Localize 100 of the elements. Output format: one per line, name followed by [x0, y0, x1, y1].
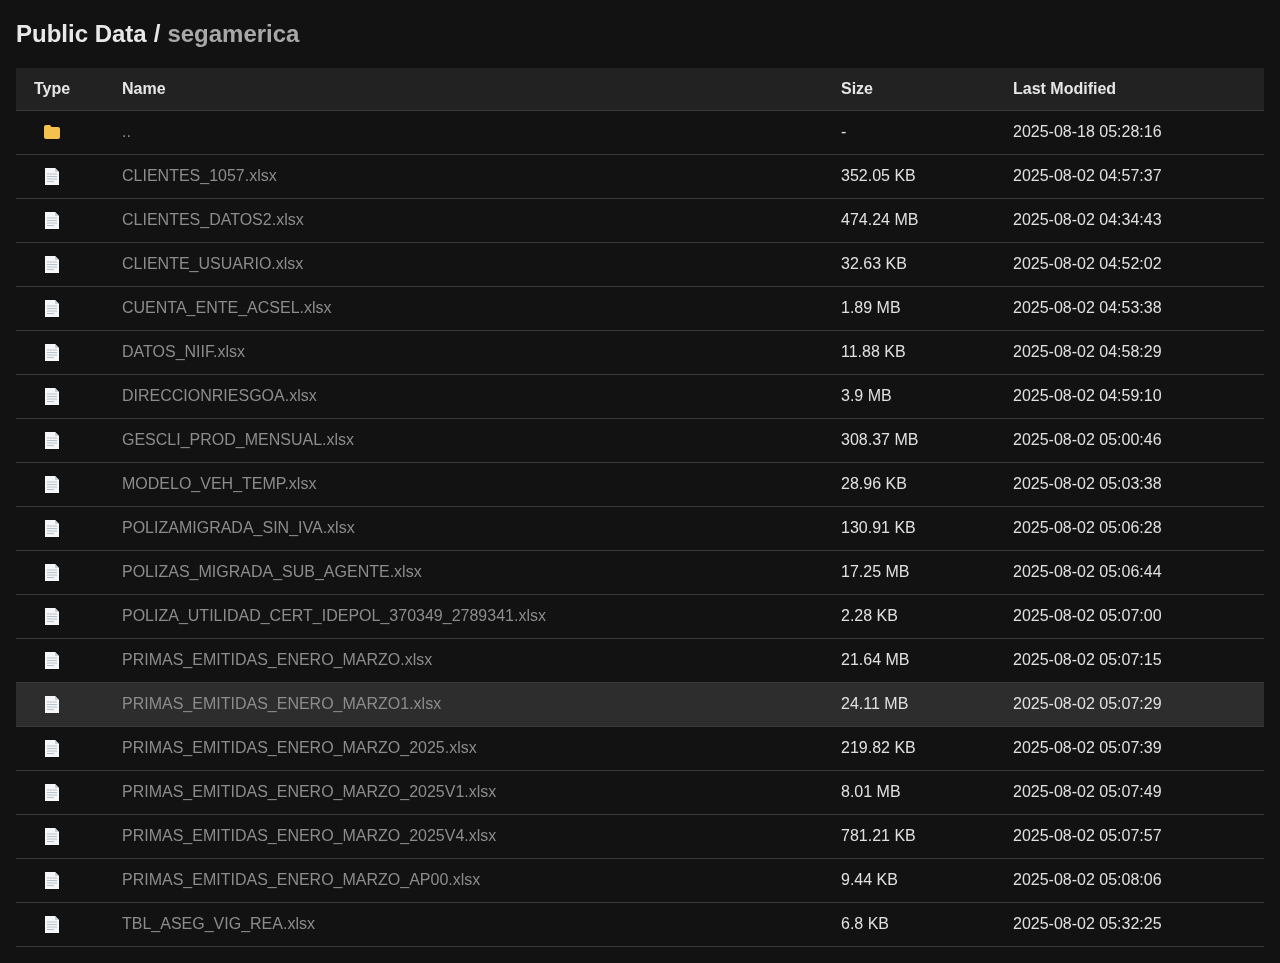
document-icon: [45, 871, 59, 889]
modified-date: 2025-08-02 05:32:25: [1013, 915, 1162, 932]
file-link[interactable]: PRIMAS_EMITIDAS_ENERO_MARZO1.xlsx: [122, 695, 442, 712]
modified-date: 2025-08-18 05:28:16: [1013, 123, 1162, 140]
file-size: 781.21 KB: [841, 827, 916, 844]
file-link[interactable]: CLIENTE_USUARIO.xlsx: [122, 255, 304, 272]
document-icon: [45, 475, 59, 493]
file-row[interactable]: MODELO_VEH_TEMP.xlsx 28.96 KB 2025-08-02 05:03:38: [16, 462, 1264, 506]
file-size: 17.25 MB: [841, 563, 910, 580]
file-row[interactable]: POLIZA_UTILIDAD_CERT_IDEPOL_370349_2789341.xlsx 2.28 KB 2025-08-02 05:07:00: [16, 594, 1264, 638]
modified-date: 2025-08-02 05:07:00: [1013, 607, 1162, 624]
file-size: 3.9 MB: [841, 387, 892, 404]
file-link[interactable]: CLIENTES_DATOS2.xlsx: [122, 211, 304, 228]
file-link[interactable]: POLIZAS_MIGRADA_SUB_AGENTE.xlsx: [122, 563, 422, 580]
file-row[interactable]: PRIMAS_EMITIDAS_ENERO_MARZO_AP00.xlsx 9.44 KB 2025-08-02 05:08:06: [16, 858, 1264, 902]
file-row[interactable]: DIRECCIONRIESGOA.xlsx 3.9 MB 2025-08-02 04:59:10: [16, 374, 1264, 418]
file-link[interactable]: GESCLI_PROD_MENSUAL.xlsx: [122, 431, 355, 448]
file-size: 24.11 MB: [841, 695, 909, 712]
folder-icon: [44, 125, 60, 139]
column-header: Type: [34, 79, 71, 97]
column-header: Name: [122, 79, 166, 97]
modified-date: 2025-08-02 05:08:06: [1013, 871, 1162, 888]
file-size: 352.05 KB: [841, 167, 916, 184]
file-link[interactable]: PRIMAS_EMITIDAS_ENERO_MARZO_2025V1.xlsx: [122, 783, 497, 800]
column-header: Last Modified: [1013, 79, 1117, 97]
file-size: -: [841, 123, 847, 140]
file-row[interactable]: TBL_ASEG_VIG_REA.xlsx 6.8 KB 2025-08-02 05:32:25: [16, 902, 1264, 946]
file-link[interactable]: PRIMAS_EMITIDAS_ENERO_MARZO_AP00.xlsx: [122, 871, 481, 888]
document-icon: [45, 563, 59, 581]
modified-date: 2025-08-02 04:53:38: [1013, 299, 1162, 316]
modified-date: 2025-08-02 05:07:39: [1013, 739, 1162, 756]
file-size: 308.37 MB: [841, 431, 919, 448]
document-icon: [45, 607, 59, 625]
modified-date: 2025-08-02 04:58:29: [1013, 343, 1162, 360]
document-icon: [45, 915, 59, 933]
file-size: 219.82 KB: [841, 739, 916, 756]
document-icon: [45, 519, 59, 537]
file-row[interactable]: CLIENTE_USUARIO.xlsx 32.63 KB 2025-08-02 04:52:02: [16, 242, 1264, 286]
modified-date: 2025-08-02 05:07:57: [1013, 827, 1162, 844]
file-link[interactable]: TBL_ASEG_VIG_REA.xlsx: [122, 915, 315, 932]
file-row[interactable]: POLIZAMIGRADA_SIN_IVA.xlsx 130.91 KB 2025-08-02 05:06:28: [16, 506, 1264, 550]
document-icon: [45, 695, 59, 713]
file-size: 11.88 KB: [841, 343, 906, 360]
modified-date: 2025-08-02 04:59:10: [1013, 387, 1162, 404]
document-icon: [45, 167, 59, 185]
file-row[interactable]: POLIZAS_MIGRADA_SUB_AGENTE.xlsx 17.25 MB 2025-08-02 05:06:44: [16, 550, 1264, 594]
file-row[interactable]: CLIENTES_1057.xlsx 352.05 KB 2025-08-02 04:57:37: [16, 154, 1264, 198]
file-link[interactable]: ..: [122, 123, 131, 140]
breadcrumb-separator: /: [153, 19, 161, 49]
file-size: 130.91 KB: [841, 519, 916, 536]
file-row[interactable]: PRIMAS_EMITIDAS_ENERO_MARZO_2025V1.xlsx 8.01 MB 2025-08-02 05:07:49: [16, 770, 1264, 814]
file-size: 474.24 MB: [841, 211, 919, 228]
file-row[interactable]: .. - 2025-08-18 05:28:16: [16, 110, 1264, 154]
file-size: 28.96 KB: [841, 475, 907, 492]
file-size: 9.44 KB: [841, 871, 898, 888]
document-icon: [45, 255, 59, 273]
file-link[interactable]: POLIZAMIGRADA_SIN_IVA.xlsx: [122, 519, 355, 536]
file-row[interactable]: PRIMAS_EMITIDAS_ENERO_MARZO_2025.xlsx 219.82 KB 2025-08-02 05:07:39: [16, 726, 1264, 770]
modified-date: 2025-08-02 05:07:49: [1013, 783, 1162, 800]
file-link[interactable]: CLIENTES_1057.xlsx: [122, 167, 277, 184]
file-size: 21.64 MB: [841, 651, 910, 668]
breadcrumb-current: segamerica: [167, 19, 300, 49]
document-icon: [45, 343, 59, 361]
file-row[interactable]: DATOS_NIIF.xlsx 11.88 KB 2025-08-02 04:58:29: [16, 330, 1264, 374]
file-size: 1.89 MB: [841, 299, 901, 316]
modified-date: 2025-08-02 05:06:28: [1013, 519, 1162, 536]
document-icon: [45, 211, 59, 229]
document-icon: [45, 827, 59, 845]
file-link[interactable]: PRIMAS_EMITIDAS_ENERO_MARZO.xlsx: [122, 651, 433, 668]
modified-date: 2025-08-02 05:03:38: [1013, 475, 1162, 492]
file-size: 2.28 KB: [841, 607, 898, 624]
file-link[interactable]: MODELO_VEH_TEMP.xlsx: [122, 475, 317, 492]
file-link[interactable]: POLIZA_UTILIDAD_CERT_IDEPOL_370349_2789341.xlsx: [122, 607, 546, 624]
document-icon: [45, 299, 59, 317]
modified-date: 2025-08-02 04:57:37: [1013, 167, 1162, 184]
file-row[interactable]: GESCLI_PROD_MENSUAL.xlsx 308.37 MB 2025-08-02 05:00:46: [16, 418, 1264, 462]
file-row[interactable]: PRIMAS_EMITIDAS_ENERO_MARZO_2025V4.xlsx 781.21 KB 2025-08-02 05:07:57: [16, 814, 1264, 858]
file-link[interactable]: PRIMAS_EMITIDAS_ENERO_MARZO_2025.xlsx: [122, 739, 477, 756]
modified-date: 2025-08-02 05:06:44: [1013, 563, 1162, 580]
file-link[interactable]: CUENTA_ENTE_ACSEL.xlsx: [122, 299, 332, 316]
document-icon: [45, 651, 59, 669]
breadcrumb-root: Public Data: [16, 19, 147, 49]
modified-date: 2025-08-02 05:00:46: [1013, 431, 1162, 448]
document-icon: [45, 431, 59, 449]
file-row[interactable]: CLIENTES_DATOS2.xlsx 474.24 MB 2025-08-02 04:34:43: [16, 198, 1264, 242]
file-size: 6.8 KB: [841, 915, 890, 932]
file-link[interactable]: PRIMAS_EMITIDAS_ENERO_MARZO_2025V4.xlsx: [122, 827, 497, 844]
document-icon: [45, 783, 59, 801]
file-link[interactable]: DATOS_NIIF.xlsx: [122, 343, 245, 360]
modified-date: 2025-08-02 05:07:15: [1013, 651, 1162, 668]
file-size: 8.01 MB: [841, 783, 901, 800]
modified-date: 2025-08-02 04:52:02: [1013, 255, 1162, 272]
column-header: Size: [841, 79, 873, 97]
document-icon: [45, 387, 59, 405]
document-icon: [45, 739, 59, 757]
file-row[interactable]: CUENTA_ENTE_ACSEL.xlsx 1.89 MB 2025-08-02 04:53:38: [16, 286, 1264, 330]
modified-date: 2025-08-02 05:07:29: [1013, 695, 1162, 712]
file-row[interactable]: PRIMAS_EMITIDAS_ENERO_MARZO.xlsx 21.64 MB 2025-08-02 05:07:15: [16, 638, 1264, 682]
file-link[interactable]: DIRECCIONRIESGOA.xlsx: [122, 387, 317, 404]
file-size: 32.63 KB: [841, 255, 907, 272]
